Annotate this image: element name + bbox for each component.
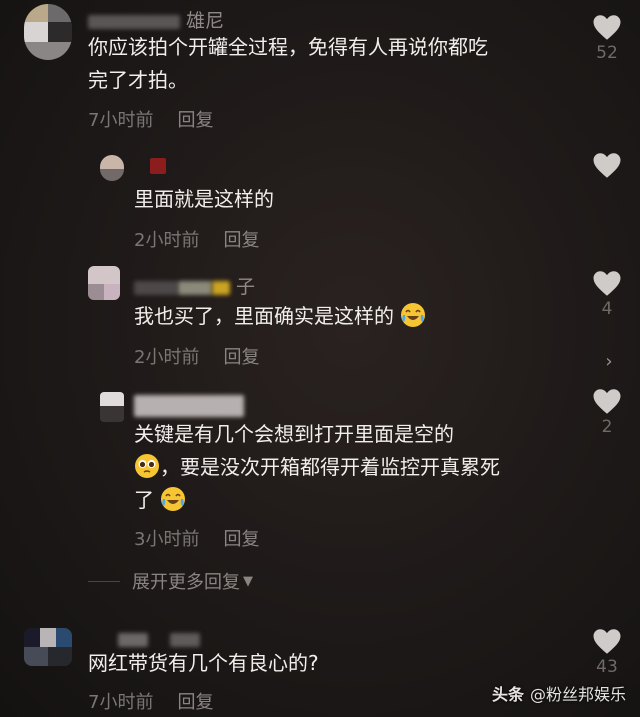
chevron-right-icon[interactable]: › (596, 347, 622, 377)
laughing-tears-emoji (161, 487, 186, 511)
timestamp: 2小时前 (134, 230, 200, 251)
comment-meta: 2小时前 回复 (134, 343, 259, 369)
username[interactable] (134, 154, 166, 176)
blurred-username (212, 280, 230, 295)
comment-meta: 2小时前 回复 (134, 226, 259, 252)
username-suffix: 雄尼 (186, 10, 225, 32)
timestamp: 3小时前 (134, 529, 200, 550)
timestamp: 2小时前 (134, 347, 200, 368)
reply-button[interactable]: 回复 (223, 347, 259, 368)
comment-text: 你应该拍个开罐全过程，免得有人再说你都吃 完了才拍。 (88, 31, 488, 97)
comment-text: 我也买了，里面确实是这样的 (134, 300, 426, 333)
expand-replies-label: 展开更多回复 (132, 572, 240, 593)
watermark-account: @粉丝邦娱乐 (529, 685, 626, 704)
reply-button[interactable]: 回复 (177, 110, 213, 131)
heart-icon (593, 389, 621, 414)
blurred-username (178, 280, 212, 295)
comment-line-text: 我也买了，里面确实是这样的 (134, 304, 394, 328)
timestamp: 7小时前 (88, 110, 154, 131)
reply-button[interactable]: 回复 (223, 230, 259, 251)
timestamp: 7小时前 (88, 692, 154, 713)
comment-line: 完了才拍。 (88, 68, 188, 92)
watermark: 头条 @粉丝邦娱乐 (492, 681, 626, 705)
like-button[interactable]: 4 (587, 270, 627, 319)
comment-line: 你应该拍个开罐全过程，免得有人再说你都吃 (88, 35, 488, 59)
like-count: 52 (596, 43, 618, 63)
heart-icon (593, 153, 621, 178)
comment-meta: 7小时前 回复 (88, 688, 213, 714)
comment-line: 网红带货有几个有良心的? (88, 651, 319, 675)
like-count: 4 (601, 299, 613, 319)
username[interactable]: 雄尼 (88, 6, 224, 33)
comment-panel: 雄尼 你应该拍个开罐全过程，免得有人再说你都吃 完了才拍。 7小时前 回复 52 … (0, 0, 640, 717)
username[interactable]: 子 (134, 272, 255, 299)
blurred-username (88, 14, 180, 29)
comment-line: ，要是没次开箱都得开着监控开真累死 (134, 451, 500, 484)
avatar[interactable] (24, 4, 72, 60)
like-count: 43 (596, 657, 618, 677)
avatar[interactable] (24, 628, 72, 666)
comment-meta: 3小时前 回复 (134, 525, 259, 551)
comment-meta: 7小时前 回复 (88, 106, 213, 132)
blurred-username (150, 157, 166, 174)
like-button[interactable] (587, 152, 627, 181)
expand-replies-button[interactable]: 展开更多回复 ▼ (88, 568, 253, 594)
laughing-tears-emoji (401, 303, 426, 327)
heart-icon (593, 629, 621, 654)
heart-icon (593, 15, 621, 40)
comment-line: 里面就是这样的 (134, 187, 274, 211)
comment-line: 我也买了，里面确实是这样的 (134, 300, 426, 333)
username-suffix: 子 (236, 276, 256, 298)
avatar[interactable] (100, 155, 124, 181)
blurred-username (134, 280, 178, 295)
divider-line (88, 580, 120, 582)
username[interactable] (134, 394, 244, 417)
like-count: 2 (601, 417, 613, 437)
blurred-username (118, 632, 148, 647)
blurred-username (170, 632, 201, 647)
reply-button[interactable]: 回复 (223, 529, 259, 550)
pleading-face-emoji (135, 454, 159, 478)
caret-down-icon: ▼ (243, 573, 253, 589)
like-button[interactable]: 43 (587, 628, 627, 677)
comment-text: 关键是有几个会想到打开里面是空的 ，要是没次开箱都得开着监控开真累死 了 (134, 418, 500, 517)
reply-button[interactable]: 回复 (177, 692, 213, 713)
comment-text: 里面就是这样的 (134, 183, 274, 216)
watermark-brand: 头条 (491, 685, 524, 704)
heart-icon (593, 271, 621, 296)
like-button[interactable]: 2 (587, 388, 627, 437)
comment-line-text: 了 (134, 488, 154, 512)
avatar[interactable] (88, 266, 120, 300)
blurred-username (134, 394, 244, 417)
like-button[interactable]: 52 (587, 14, 627, 63)
comment-text: 网红带货有几个有良心的? (88, 647, 319, 680)
avatar[interactable] (100, 392, 124, 422)
comment-line: 关键是有几个会想到打开里面是空的 (134, 422, 454, 446)
comment-line: 了 (134, 484, 500, 517)
comment-line-text: ，要是没次开箱都得开着监控开真累死 (160, 455, 500, 479)
